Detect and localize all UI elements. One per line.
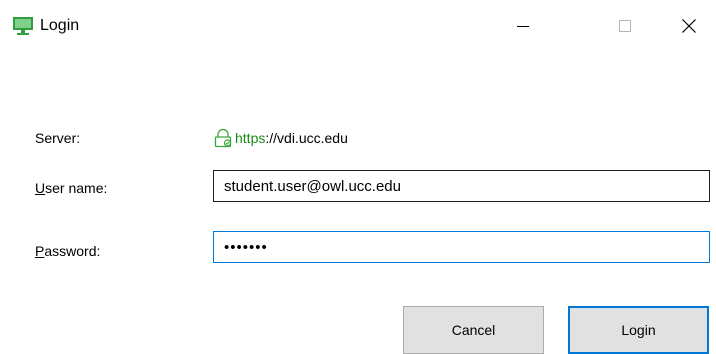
username-label: User name: (35, 179, 107, 197)
password-label-text: assword: (44, 243, 101, 259)
password-label-accelerator: P (35, 243, 45, 259)
username-label-text: ser name: (45, 180, 108, 196)
monitor-icon (13, 17, 33, 35)
minimize-button[interactable] (500, 6, 546, 46)
username-input[interactable] (213, 170, 710, 202)
maximize-icon (619, 20, 631, 32)
cancel-button[interactable]: Cancel (403, 306, 544, 354)
close-button[interactable] (666, 6, 712, 46)
server-scheme: https (235, 130, 266, 146)
server-label: Server: (35, 130, 81, 146)
minimize-icon (517, 26, 529, 27)
password-label: Password: (35, 242, 100, 260)
server-host: ://vdi.ucc.edu (265, 130, 348, 146)
title-bar[interactable]: Login (0, 0, 716, 52)
window-title: Login (40, 17, 80, 34)
password-input[interactable] (213, 231, 710, 263)
close-icon (682, 19, 696, 33)
server-value: https://vdi.ucc.edu (213, 126, 348, 150)
login-button[interactable]: Login (568, 306, 709, 354)
lock-icon (214, 128, 232, 148)
username-label-accelerator: U (35, 180, 46, 196)
maximize-button[interactable] (602, 6, 648, 46)
